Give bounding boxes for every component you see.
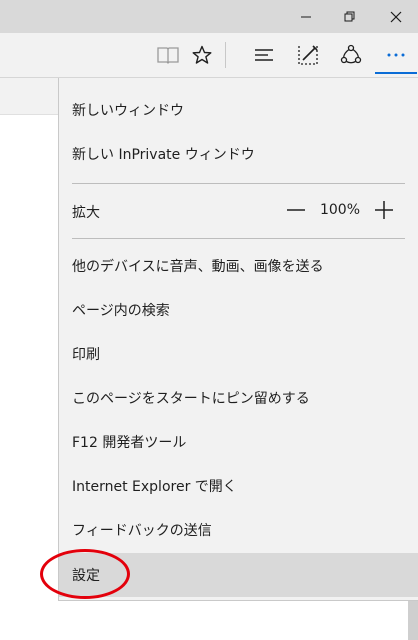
minimize-button[interactable] [284, 0, 328, 33]
reading-view-icon [157, 47, 179, 64]
close-icon [390, 11, 402, 22]
menu-item-label: F12 開発者ツール [72, 435, 187, 451]
zoom-label: 拡大 [72, 205, 100, 221]
menu-item-print[interactable]: 印刷 [59, 332, 418, 376]
zoom-in-button[interactable] [372, 198, 396, 222]
menu-item-new-inprivate-window[interactable]: 新しい InPrivate ウィンドウ [59, 132, 418, 176]
menu-item-cast-media[interactable]: 他のデバイスに音声、動画、画像を送る [59, 244, 418, 288]
toolbar-separator [225, 42, 226, 68]
menu-item-label: 新しい InPrivate ウィンドウ [72, 147, 255, 163]
more-actions-menu: 新しいウィンドウ 新しい InPrivate ウィンドウ 拡大 100% 他のデ… [58, 78, 418, 601]
menu-divider [72, 238, 405, 239]
menu-item-find-on-page[interactable]: ページ内の検索 [59, 288, 418, 332]
page-scrollbar[interactable] [408, 600, 418, 640]
favorites-button[interactable] [182, 33, 222, 77]
zoom-out-button[interactable] [284, 198, 308, 222]
web-note-icon [298, 45, 318, 65]
web-note-button[interactable] [288, 33, 328, 77]
zoom-row: 拡大 100% [59, 188, 418, 236]
minimize-icon [301, 16, 311, 17]
more-button-active-indicator [375, 72, 417, 74]
menu-item-label: ページ内の検索 [72, 303, 170, 319]
menu-item-label: Internet Explorer で開く [72, 479, 237, 495]
share-icon [340, 44, 362, 64]
more-icon [387, 53, 405, 57]
zoom-level-value: 100% [319, 202, 361, 218]
menu-item-label: 新しいウィンドウ [72, 103, 184, 119]
more-button[interactable] [376, 33, 416, 77]
plus-icon [375, 201, 393, 219]
restore-button[interactable] [328, 0, 372, 33]
menu-item-label: このページをスタートにピン留めする [72, 391, 310, 407]
menu-item-send-feedback[interactable]: フィードバックの送信 [59, 508, 418, 552]
page-content-edge [0, 78, 60, 115]
menu-item-new-window[interactable]: 新しいウィンドウ [59, 88, 418, 132]
favorites-star-icon [192, 45, 212, 64]
hub-icon [255, 49, 273, 61]
menu-item-label: フィードバックの送信 [72, 523, 212, 539]
minus-icon [287, 209, 305, 211]
share-button[interactable] [331, 33, 371, 77]
menu-item-f12-developer-tools[interactable]: F12 開発者ツール [59, 420, 418, 464]
title-bar [0, 0, 418, 33]
menu-item-open-with-internet-explorer[interactable]: Internet Explorer で開く [59, 464, 418, 508]
menu-item-label: 他のデバイスに音声、動画、画像を送る [72, 259, 324, 275]
settings-highlight-circle [40, 549, 130, 599]
close-button[interactable] [374, 0, 418, 33]
hub-button[interactable] [244, 33, 284, 77]
menu-divider [72, 183, 405, 184]
menu-item-label: 印刷 [72, 347, 100, 363]
menu-item-pin-to-start[interactable]: このページをスタートにピン留めする [59, 376, 418, 420]
restore-icon [344, 11, 355, 21]
browser-toolbar [0, 33, 418, 78]
